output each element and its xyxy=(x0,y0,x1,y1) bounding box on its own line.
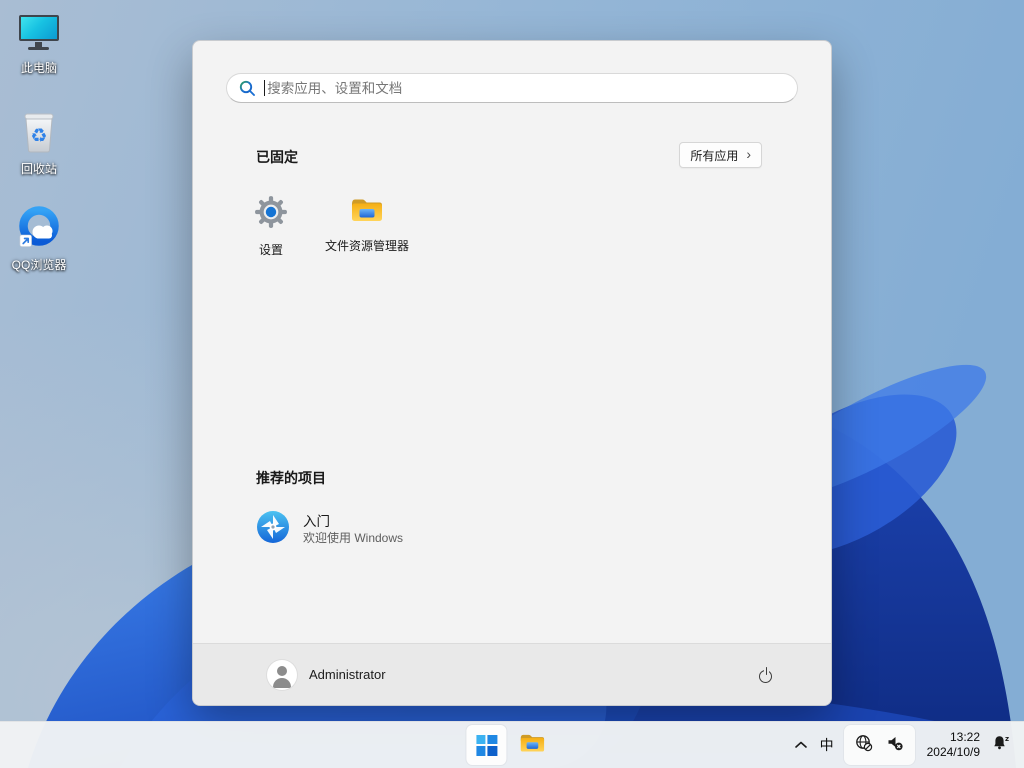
svg-text:z: z xyxy=(1005,735,1009,743)
start-menu-panel: 已固定 所有应用 › xyxy=(192,40,832,706)
taskbar: 中 13:22 2024/10/9 z xyxy=(0,721,1024,768)
text-cursor xyxy=(264,80,266,96)
taskbar-app-file-explorer[interactable] xyxy=(512,725,552,765)
clock-time: 13:22 xyxy=(949,730,980,744)
file-explorer-icon xyxy=(518,731,546,760)
taskbar-center-apps xyxy=(466,725,552,765)
recycle-bin-icon: ♻ xyxy=(17,108,61,159)
recommended-item-get-started[interactable]: 入门 欢迎使用 Windows xyxy=(240,501,540,557)
bell-dnd-icon: z xyxy=(992,734,1011,757)
search-input[interactable] xyxy=(267,80,785,96)
recommended-item-subtitle: 欢迎使用 Windows xyxy=(303,530,404,545)
pinned-app-file-explorer[interactable]: 文件资源管理器 xyxy=(319,189,415,275)
pinned-app-settings[interactable]: 设置 xyxy=(223,189,319,275)
desktop: 此电脑 ♻ 回收站 QQ浏览器 搜索应用、设置和文档 已固定 所有应用 › 设置… xyxy=(0,0,1024,768)
search-icon xyxy=(239,80,256,97)
all-apps-button[interactable]: 所有应用 › xyxy=(679,142,762,168)
desktop-icon-label: 此电脑 xyxy=(20,61,57,75)
get-started-icon xyxy=(256,510,290,549)
pinned-app-label: 设置 xyxy=(258,243,283,257)
user-account-button[interactable]: Administrator xyxy=(259,656,394,694)
start-search-field[interactable] xyxy=(226,73,798,103)
desktop-icon-label: QQ浏览器 xyxy=(11,258,67,272)
svg-text:♻: ♻ xyxy=(30,125,47,147)
tray-overflow-button[interactable] xyxy=(788,727,814,763)
file-explorer-icon xyxy=(349,195,385,230)
pinned-heading: 已固定 xyxy=(256,149,298,165)
this-pc-icon xyxy=(16,12,62,58)
desktop-icon-recycle-bin[interactable]: ♻ 回收站 xyxy=(2,108,76,176)
taskbar-clock[interactable]: 13:22 2024/10/9 xyxy=(927,730,980,760)
clock-date: 2024/10/9 xyxy=(926,745,980,759)
notification-center-button[interactable]: z xyxy=(988,727,1014,763)
ime-indicator[interactable]: 中 xyxy=(814,735,840,755)
power-button[interactable] xyxy=(757,666,775,684)
network-volume-button[interactable] xyxy=(843,725,915,765)
chevron-right-icon: › xyxy=(746,146,751,162)
globe-offline-icon xyxy=(855,734,873,757)
start-windows-icon xyxy=(475,734,497,756)
desktop-icon-this-pc[interactable]: 此电脑 xyxy=(2,12,76,75)
start-menu-footer: Administrator xyxy=(193,643,831,705)
settings-gear-icon xyxy=(254,195,288,234)
qq-browser-icon xyxy=(16,204,62,255)
user-avatar xyxy=(267,659,297,690)
pinned-app-label: 文件资源管理器 xyxy=(324,239,409,253)
pinned-apps-grid: 设置 文件资源管理器 xyxy=(223,189,415,275)
recommended-heading: 推荐的项目 xyxy=(256,470,326,486)
user-name: Administrator xyxy=(309,667,386,682)
desktop-icon-label: 回收站 xyxy=(20,162,57,176)
all-apps-label: 所有应用 xyxy=(690,148,739,163)
desktop-icon-qq-browser[interactable]: QQ浏览器 xyxy=(2,204,76,272)
recommended-item-title: 入门 xyxy=(303,513,330,529)
chevron-up-icon xyxy=(794,736,807,754)
start-button[interactable] xyxy=(466,725,507,765)
system-tray: 中 13:22 2024/10/9 z xyxy=(788,722,1024,768)
volume-muted-icon xyxy=(886,734,904,757)
